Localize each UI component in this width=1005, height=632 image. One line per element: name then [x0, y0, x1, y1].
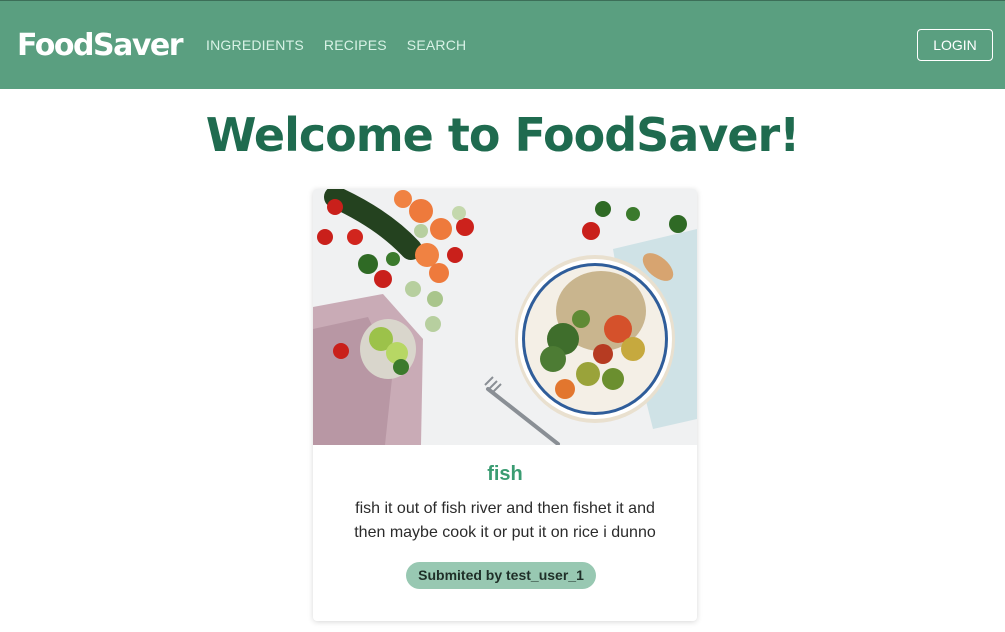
- recipe-card[interactable]: fish fish it out of fish river and then …: [313, 189, 697, 621]
- nav-link-search[interactable]: SEARCH: [407, 37, 467, 53]
- nav-link-recipes[interactable]: RECIPES: [324, 37, 387, 53]
- login-button[interactable]: LOGIN: [917, 29, 993, 61]
- brand-logo[interactable]: FoodSaver: [17, 28, 184, 63]
- submitted-by-badge: Submited by test_user_1: [406, 562, 596, 589]
- page-title: Welcome to FoodSaver!: [205, 108, 800, 162]
- nav-link-ingredients[interactable]: INGREDIENTS: [206, 37, 304, 53]
- recipe-image: [313, 189, 697, 445]
- navbar: FoodSaver INGREDIENTS RECIPES SEARCH LOG…: [0, 0, 1005, 89]
- recipe-title[interactable]: fish: [313, 463, 697, 486]
- recipe-description: fish it out of fish river and then fishe…: [354, 500, 656, 541]
